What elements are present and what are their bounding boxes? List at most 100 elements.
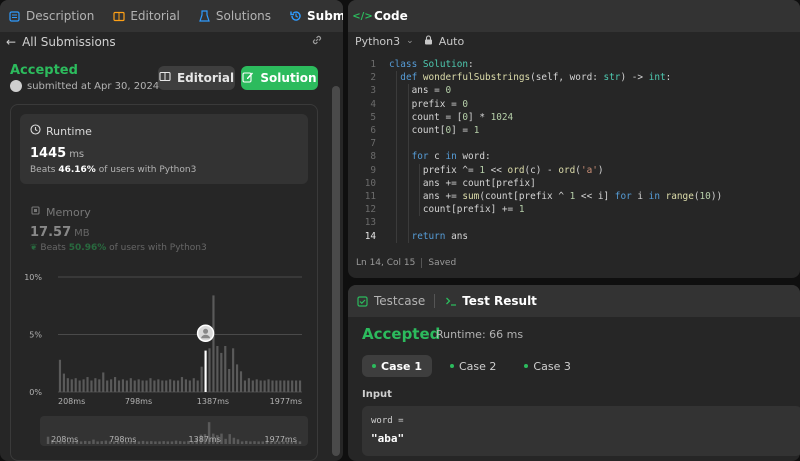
case-tab-3[interactable]: Case 3 (514, 355, 580, 377)
chart-bar (243, 380, 247, 392)
line-number: 9 (370, 164, 376, 176)
tab-description[interactable]: Description (8, 9, 94, 23)
memory-unit: MB (74, 228, 90, 239)
mini-chart-bar (249, 441, 252, 444)
mini-chart-bar (245, 440, 248, 444)
mini-chart-bar (232, 437, 236, 444)
runtime-card[interactable]: Runtime 1445 ms Beats 46.16% of users wit… (20, 114, 308, 184)
checkbox-icon (356, 295, 369, 308)
code-text: return ans (411, 230, 469, 242)
chart-bar (295, 380, 298, 392)
line-number: 11 (364, 191, 376, 202)
mini-chart-bar (298, 441, 302, 444)
code-line[interactable]: 14 return ans (348, 230, 800, 243)
chart-bar (58, 359, 62, 392)
code-line[interactable]: 6 count[0] = 1 (348, 124, 800, 137)
code-line[interactable]: 4 prefix = 0 (348, 98, 800, 111)
submission-status: Accepted (10, 63, 78, 78)
editorial-button-label: Editorial (176, 71, 235, 85)
runtime-distribution-chart[interactable]: 10% 5% 0% 208ms 798ms 1387ms 1977ms (20, 270, 310, 410)
language-select[interactable]: Python3 (355, 35, 400, 48)
tab-test-result[interactable]: Test Result (444, 294, 537, 308)
edit-icon (242, 71, 254, 86)
line-number: 10 (364, 177, 376, 189)
chart-bar (102, 372, 105, 392)
code-text: count[prefix] += 1 (389, 204, 525, 216)
tab-code-label: Code (374, 9, 408, 23)
description-icon (8, 10, 21, 23)
auto-label[interactable]: Auto (439, 35, 465, 48)
line-number: 2 (370, 72, 376, 84)
scrollbar-thumb[interactable] (332, 86, 340, 456)
solution-button[interactable]: Solution (241, 66, 318, 90)
memory-label: Memory (46, 205, 91, 219)
code-line[interactable]: 10 ans += count[prefix] (348, 177, 800, 190)
chart-bar (157, 379, 160, 392)
back-to-submissions[interactable]: ← All Submissions (0, 32, 329, 51)
indent-guide (419, 163, 420, 217)
editorial-button[interactable]: Editorial (158, 66, 235, 90)
mini-chart-bar (100, 441, 103, 444)
indent-guide (396, 71, 397, 243)
mini-chart-bar (141, 440, 145, 444)
code-line[interactable]: 8 for c in word: (348, 150, 800, 163)
runtime-value-row: 1445 ms (30, 146, 84, 161)
arrow-left-icon: ← (6, 34, 17, 49)
chart-bar (62, 373, 65, 392)
runtime-overview-chart[interactable]: 208ms 798ms 1387ms 1977ms (40, 416, 308, 446)
mini-chart-bar (228, 434, 231, 444)
case-tab-2[interactable]: Case 2 (440, 355, 506, 377)
clock-icon (30, 124, 41, 138)
mini-chart-bar (92, 439, 95, 444)
test-tabbar: Testcase Test Result (348, 285, 800, 317)
editor-toolbar: Python3 ⌄ Auto (348, 32, 800, 50)
save-status: Saved (428, 258, 457, 268)
runtime-beats-suffix: of users with Python3 (98, 165, 197, 175)
memory-chip-icon (30, 205, 41, 219)
mini-chart-bar (240, 441, 244, 444)
chart-bar (98, 379, 101, 392)
case-tab-label: Case 1 (381, 359, 422, 373)
chart-bar (279, 380, 282, 392)
code-line[interactable]: 1 class Solution: (348, 58, 800, 71)
code-text: for c in word: (411, 151, 491, 163)
code-line[interactable]: 3 ans = 0 (348, 84, 800, 97)
code-line[interactable]: 7 (348, 137, 800, 150)
code-line[interactable]: 2 def wonderfulSubstrings(self, word: st… (348, 71, 800, 84)
runtime-value: 1445 (30, 146, 67, 161)
chart-bar (113, 377, 117, 392)
chart-bar (271, 380, 274, 392)
mini-chart-bar (174, 440, 178, 444)
link-icon[interactable] (311, 34, 323, 49)
code-text: ans += sum(count[prefix ^ 1 << i] for i … (389, 191, 723, 202)
code-line[interactable]: 13 (348, 216, 800, 229)
chart-bar (251, 380, 254, 392)
code-line[interactable]: 9 prefix ^= 1 << ord(c) - ord('a') (348, 164, 800, 177)
chart-bar (149, 378, 152, 392)
mini-chart-bar (178, 441, 182, 444)
memory-label-row: Memory (30, 205, 91, 219)
tab-editorial[interactable]: Editorial (112, 9, 180, 23)
avatar[interactable] (10, 80, 22, 92)
memory-card[interactable]: Memory 17.57 MB ❦ Beats 50.96% of users w… (20, 200, 308, 260)
mini-chart-bar (170, 441, 174, 444)
tab-code[interactable]: </> Code (352, 9, 408, 23)
line-number: 12 (364, 204, 376, 216)
tab-submissions[interactable]: Submissions (289, 9, 343, 23)
chevron-down-icon[interactable]: ⌄ (406, 36, 414, 46)
chart-bar (196, 380, 199, 392)
tab-testcase[interactable]: Testcase (356, 294, 425, 308)
terminal-icon (444, 295, 457, 308)
chart-bar (86, 377, 89, 392)
mini-chart-bar (158, 441, 161, 444)
tab-solutions[interactable]: Solutions (198, 9, 271, 23)
case-tabs: Case 1 Case 2 Case 3 (362, 355, 581, 377)
x-tick-label: 1387ms (197, 397, 229, 406)
case-tab-1[interactable]: Case 1 (362, 355, 432, 377)
code-editor[interactable]: 1 class Solution: 2 def wonderfulSubstring… (348, 58, 800, 248)
code-text: count[0] = 1 (389, 125, 480, 136)
code-line[interactable]: 5 count = [0] * 1024 (348, 111, 800, 124)
mini-chart-bar (88, 441, 91, 444)
code-line[interactable]: 12 count[prefix] += 1 (348, 203, 800, 216)
code-line[interactable]: 11 ans += sum(count[prefix ^ 1 << i] for… (348, 190, 800, 203)
